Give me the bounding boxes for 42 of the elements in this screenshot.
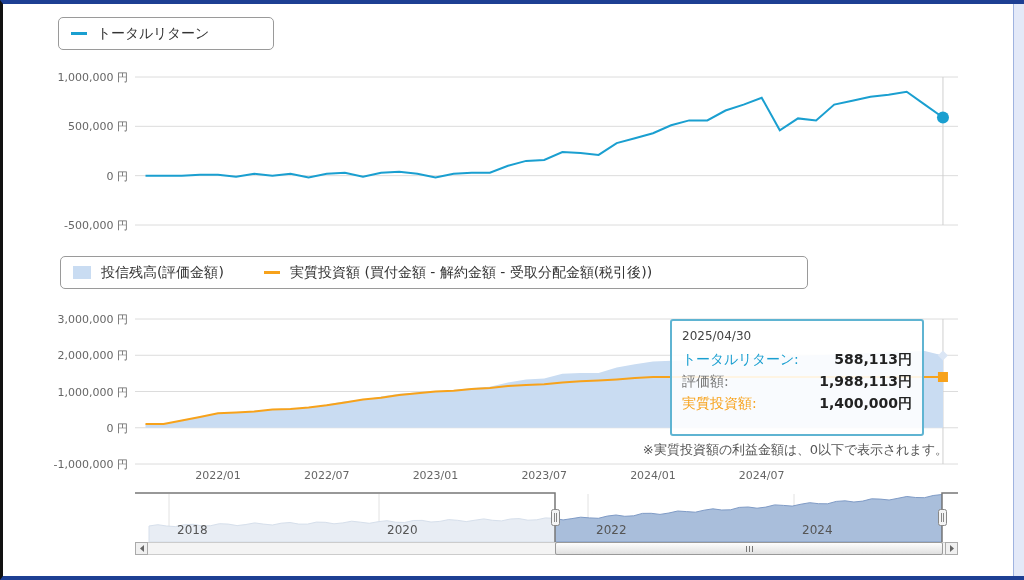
tooltip-label: 評価額: bbox=[682, 373, 729, 391]
y-axis-label: -500,000 円 bbox=[64, 219, 128, 232]
navigator-year-label: 2018 bbox=[177, 523, 208, 537]
scrollbar-thumb[interactable] bbox=[555, 542, 943, 555]
x-axis-label: 2023/01 bbox=[412, 469, 459, 482]
y-axis-label: 500,000 円 bbox=[68, 120, 128, 134]
x-axis-label: 2024/01 bbox=[630, 469, 676, 482]
navigator-year-label: 2020 bbox=[387, 523, 418, 537]
current-point-marker bbox=[936, 111, 949, 124]
x-axis-label: 2023/07 bbox=[521, 469, 568, 482]
y-axis-label: 3,000,000 円 bbox=[57, 313, 128, 326]
tooltip-date: 2025/04/30 bbox=[682, 329, 753, 343]
legend-swatch-icon bbox=[73, 266, 91, 279]
tooltip-value: 1,988,113円 bbox=[819, 373, 912, 391]
y-axis-label: 2,000,000 円 bbox=[57, 349, 128, 363]
tooltip-value: 588,113円 bbox=[834, 351, 912, 369]
y-axis-label: 1,000,000 円 bbox=[57, 71, 128, 84]
current-point-marker bbox=[937, 350, 948, 361]
range-handle[interactable] bbox=[551, 509, 560, 526]
y-axis-label: -1,000,000 円 bbox=[53, 458, 128, 471]
y-axis-label: 1,000,000 円 bbox=[57, 385, 128, 399]
x-axis-label: 2024/07 bbox=[738, 469, 785, 482]
grip-icon bbox=[745, 545, 753, 552]
navigator-year-label: 2022 bbox=[596, 523, 627, 537]
navigator-year-label: 2024 bbox=[802, 523, 833, 537]
current-point-marker bbox=[937, 372, 948, 382]
x-axis-label: 2022/07 bbox=[303, 469, 350, 482]
tooltip-value: 1,400,000円 bbox=[819, 395, 912, 413]
legend-label: 投信残高(評価金額) bbox=[101, 263, 224, 282]
legend-label: トータルリターン bbox=[97, 24, 209, 43]
range-handle[interactable] bbox=[938, 509, 947, 526]
scroll-left-button[interactable] bbox=[135, 542, 148, 555]
chart-note: ※実質投資額の利益金額は、0以下で表示されます。 bbox=[642, 442, 948, 457]
x-axis-label: 2022/01 bbox=[195, 469, 241, 482]
y-axis-label: 0 円 bbox=[106, 421, 128, 435]
legend-label: 実質投資額 (買付金額 - 解約金額 - 受取分配金額(税引後)) bbox=[289, 263, 653, 282]
tooltip-label: トータルリターン: bbox=[682, 351, 799, 369]
tooltip-label: 実質投資額: bbox=[682, 395, 757, 413]
caret-right-icon bbox=[949, 545, 954, 552]
caret-left-icon bbox=[139, 545, 144, 552]
scroll-right-button[interactable] bbox=[945, 542, 958, 555]
y-axis-label: 0 円 bbox=[106, 169, 128, 183]
